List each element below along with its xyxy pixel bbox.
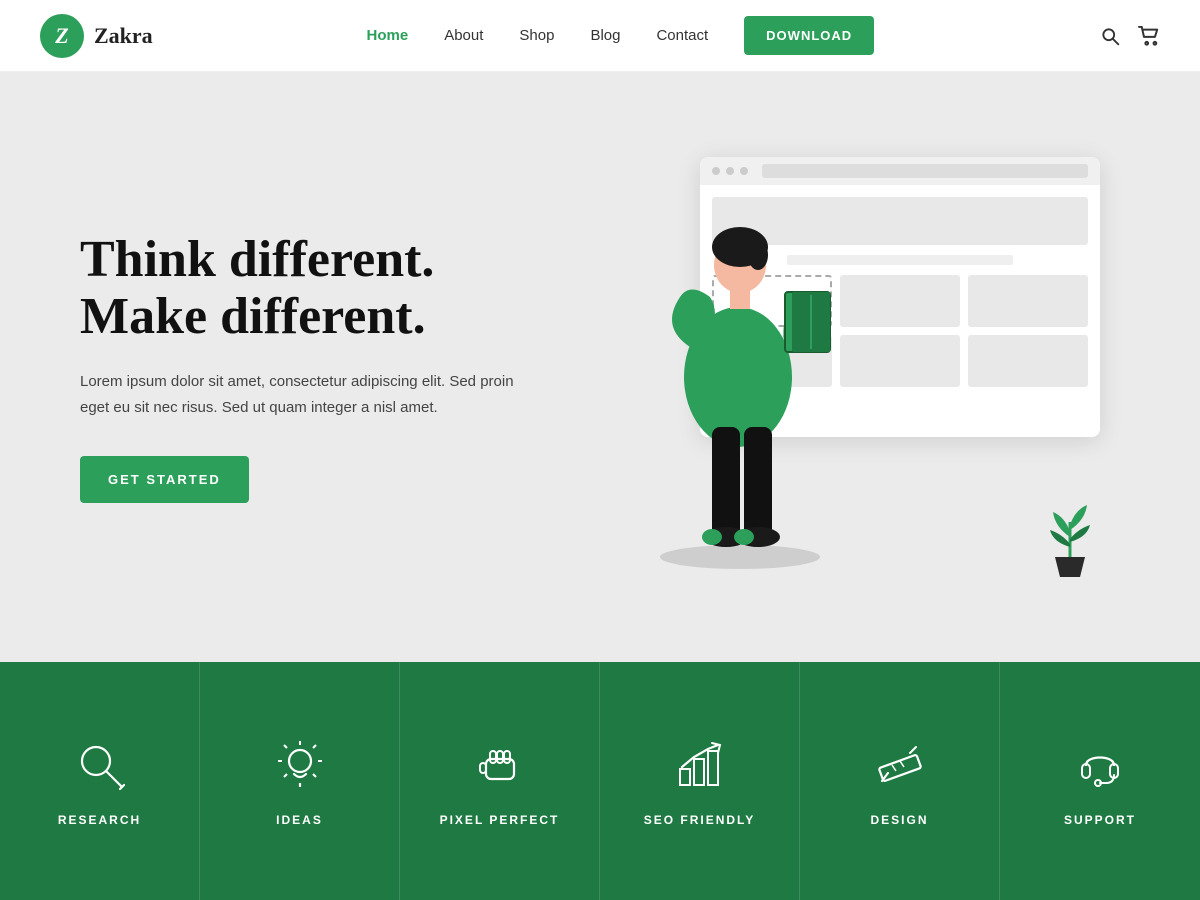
- header: Z Zakra Home About Shop Blog Contact DOW…: [0, 0, 1200, 72]
- feature-design[interactable]: DESIGN: [800, 662, 1000, 900]
- search-button[interactable]: [1100, 26, 1120, 46]
- support-icon: [1070, 735, 1130, 795]
- person-illustration: [630, 217, 860, 577]
- ideas-icon: [270, 735, 330, 795]
- nav-about[interactable]: About: [444, 27, 483, 44]
- pixel-perfect-icon: [470, 735, 530, 795]
- feature-support[interactable]: SUPPORT: [1000, 662, 1200, 900]
- nav-shop[interactable]: Shop: [519, 27, 554, 44]
- support-label: SUPPORT: [1064, 813, 1136, 827]
- pixel-perfect-label: PIXEL PERFECT: [440, 813, 560, 827]
- research-icon: [70, 735, 130, 795]
- hero-title: Think different. Make different.: [80, 231, 540, 345]
- feature-pixel-perfect[interactable]: PIXEL PERFECT: [400, 662, 600, 900]
- download-button[interactable]: DOWNLOAD: [744, 16, 874, 55]
- hero-illustration: [580, 127, 1160, 607]
- design-icon: [870, 735, 930, 795]
- plant-illustration: [1035, 492, 1105, 582]
- cart-button[interactable]: [1138, 26, 1160, 46]
- header-icons: [1100, 26, 1160, 46]
- cart-icon: [1138, 26, 1160, 46]
- get-started-button[interactable]: GET STARTED: [80, 456, 249, 503]
- brand-name: Zakra: [94, 23, 153, 49]
- main-nav: Home About Shop Blog Contact DOWNLOAD: [367, 16, 875, 55]
- nav-contact[interactable]: Contact: [656, 27, 708, 44]
- feature-seo-friendly[interactable]: SEO FRIENDLY: [600, 662, 800, 900]
- seo-friendly-label: SEO FRIENDLY: [644, 813, 756, 827]
- feature-ideas[interactable]: IDEAS: [200, 662, 400, 900]
- hero-section: Think different. Make different. Lorem i…: [0, 72, 1200, 662]
- nav-home[interactable]: Home: [367, 27, 409, 44]
- features-section: RESEARCH IDEAS: [0, 662, 1200, 900]
- ideas-label: IDEAS: [276, 813, 323, 827]
- research-label: RESEARCH: [58, 813, 141, 827]
- nav-blog[interactable]: Blog: [590, 27, 620, 44]
- hero-description: Lorem ipsum dolor sit amet, consectetur …: [80, 369, 540, 420]
- feature-research[interactable]: RESEARCH: [0, 662, 200, 900]
- seo-friendly-icon: [670, 735, 730, 795]
- hero-text: Think different. Make different. Lorem i…: [80, 231, 540, 503]
- logo-icon: Z: [40, 14, 84, 58]
- logo-area[interactable]: Z Zakra: [40, 14, 153, 58]
- search-icon: [1100, 26, 1120, 46]
- design-label: DESIGN: [870, 813, 928, 827]
